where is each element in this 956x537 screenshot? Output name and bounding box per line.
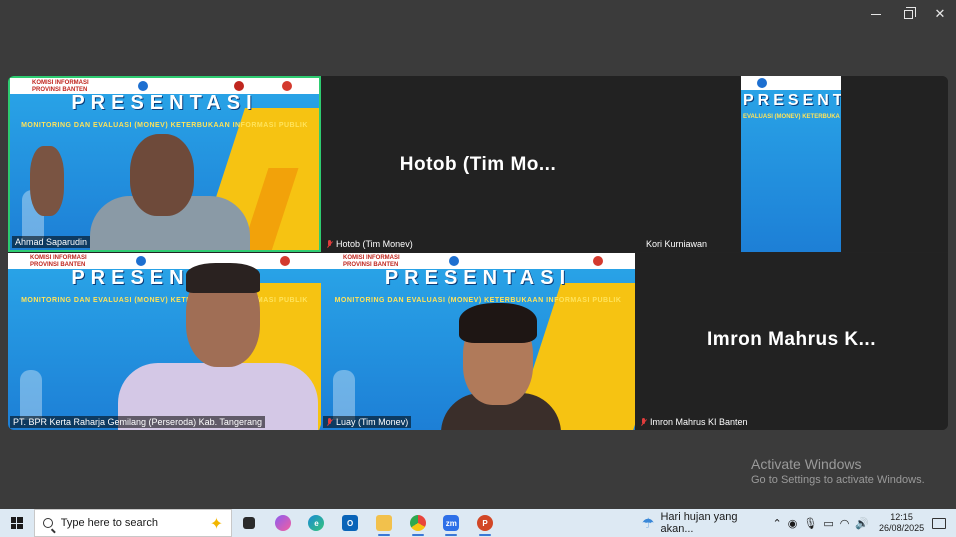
- participant-name: Imron Mahrus KI Banten: [650, 417, 748, 427]
- participant-name-tag: Imron Mahrus KI Banten: [637, 416, 751, 428]
- logo-icon: [138, 81, 148, 91]
- logo-icon: [593, 256, 603, 266]
- taskbar-clock[interactable]: 12:15 26/08/2025: [879, 512, 924, 534]
- slide-header-strip: [741, 76, 841, 90]
- task-view-icon: [243, 517, 256, 529]
- chrome-button[interactable]: [401, 509, 435, 537]
- participant-video-ahmad: [30, 126, 250, 250]
- copilot-button[interactable]: [266, 509, 300, 537]
- slide-title: PRESENTASI: [71, 92, 258, 114]
- battery-icon[interactable]: ▭: [823, 517, 833, 530]
- participant-video-luay: [441, 293, 561, 430]
- weather-widget[interactable]: ☂ Hari hujan yang akan...: [642, 511, 773, 535]
- search-icon: [42, 518, 53, 528]
- mic-muted-icon: [640, 417, 647, 427]
- system-tray: ⌃ ◉ 🎙 ▭ ◠ 🔊: [773, 517, 870, 530]
- outlook-icon: O: [342, 515, 359, 531]
- zoom-icon: zm: [443, 515, 460, 531]
- chrome-icon: [409, 515, 426, 531]
- activate-windows-watermark: Activate Windows Go to Settings to activ…: [751, 456, 925, 486]
- sparkle-icon: ✦: [209, 516, 224, 533]
- participant-display-name: Hotob (Tim Mo...: [399, 154, 557, 175]
- participant-name-tag: Hotob (Tim Monev): [323, 238, 416, 250]
- video-tile-kori[interactable]: PRESENTA EVALUASI (MONEV) KETERBUKA Kori…: [635, 76, 948, 252]
- person-hand: [30, 146, 64, 216]
- participant-name-tag: Luay (Tim Monev): [323, 416, 412, 428]
- person-head: [130, 134, 194, 216]
- participant-name-tag: Kori Kurniawan: [643, 238, 710, 250]
- powerpoint-button[interactable]: P: [468, 509, 502, 537]
- mic-muted-icon: [326, 239, 333, 249]
- windows-icon: [10, 517, 23, 529]
- microphone-icon[interactable]: 🎙: [803, 517, 817, 530]
- person-hair: [459, 303, 537, 343]
- logo-icon: [282, 81, 292, 91]
- volume-icon[interactable]: 🔊: [855, 517, 869, 530]
- notification-icon[interactable]: [932, 517, 946, 529]
- video-tile-imron[interactable]: Imron Mahrus K... Imron Mahrus KI Banten: [635, 253, 948, 430]
- video-tile-bpr[interactable]: KOMISI INFORMASI PROVINSI BANTEN PRESENT…: [8, 253, 321, 430]
- clock-date: 26/08/2025: [879, 523, 925, 533]
- copilot-icon: [274, 515, 291, 531]
- edge-icon: e: [308, 515, 325, 531]
- logo-icon: [449, 256, 459, 266]
- wifi-icon[interactable]: ◠: [840, 517, 850, 530]
- participant-name: Kori Kurniawan: [646, 239, 708, 249]
- participant-name: Ahmad Saparudin: [15, 237, 88, 247]
- person-hair: [186, 263, 260, 293]
- webcam-icon[interactable]: ◉: [788, 517, 798, 530]
- slide-title: PRESENTA: [743, 92, 841, 109]
- mic-muted-icon: [326, 417, 333, 427]
- file-explorer-button[interactable]: [367, 509, 401, 537]
- participant-name: PT. BPR Kerta Raharja Gemilang (Perserod…: [13, 417, 262, 427]
- minimize-button[interactable]: [860, 0, 892, 28]
- participant-video-bpr: [118, 263, 318, 430]
- logo-icon: [234, 81, 244, 91]
- tower-icon: [333, 370, 355, 420]
- restore-icon: [903, 6, 916, 19]
- task-view-button[interactable]: [232, 509, 266, 537]
- participant-name-tag: PT. BPR Kerta Raharja Gemilang (Perserod…: [10, 416, 265, 428]
- taskbar: Type here to search ✦ e O zm P ☂ Hari hu…: [0, 509, 956, 537]
- chevron-up-icon[interactable]: ⌃: [773, 517, 782, 530]
- close-button[interactable]: ✕: [924, 0, 956, 28]
- zoom-button[interactable]: zm: [434, 509, 468, 537]
- participant-name-tag: Ahmad Saparudin: [12, 236, 91, 248]
- restore-button[interactable]: [892, 0, 924, 28]
- slide-title: PRESENTASI: [384, 267, 572, 289]
- window-title-bar: ✕: [0, 0, 956, 30]
- powerpoint-icon: P: [477, 515, 494, 531]
- video-tile-ahmad[interactable]: KOMISI INFORMASI PROVINSI BANTEN PRESENT…: [8, 76, 321, 252]
- logo-icon: [757, 78, 767, 88]
- close-icon: ✕: [934, 6, 946, 21]
- shared-slide-thumbnail: PRESENTA EVALUASI (MONEV) KETERBUKA: [741, 76, 841, 252]
- minimize-icon: [871, 13, 881, 15]
- weather-text: Hari hujan yang akan...: [660, 511, 738, 535]
- rain-icon: ☂: [641, 514, 655, 531]
- outlook-button[interactable]: O: [333, 509, 367, 537]
- tower-icon: [20, 370, 42, 420]
- search-placeholder: Type here to search: [60, 517, 158, 529]
- watermark-subtitle: Go to Settings to activate Windows.: [751, 474, 925, 486]
- video-tile-luay[interactable]: KOMISI INFORMASI PROVINSI BANTEN PRESENT…: [321, 253, 635, 430]
- edge-button[interactable]: e: [300, 509, 334, 537]
- watermark-title: Activate Windows: [751, 456, 862, 472]
- slide-subtitle: EVALUASI (MONEV) KETERBUKA: [743, 114, 840, 120]
- video-tile-hotob[interactable]: Hotob (Tim Mo... Hotob (Tim Monev): [321, 76, 635, 252]
- taskbar-search[interactable]: Type here to search ✦: [33, 509, 233, 537]
- participant-display-name: Imron Mahrus K...: [707, 329, 876, 350]
- clock-time: 12:15: [890, 512, 913, 522]
- participant-name: Luay (Tim Monev): [336, 417, 409, 427]
- folder-icon: [375, 515, 392, 531]
- video-gallery: KOMISI INFORMASI PROVINSI BANTEN PRESENT…: [8, 76, 948, 430]
- start-button[interactable]: [0, 509, 34, 537]
- participant-name: Hotob (Tim Monev): [336, 239, 413, 249]
